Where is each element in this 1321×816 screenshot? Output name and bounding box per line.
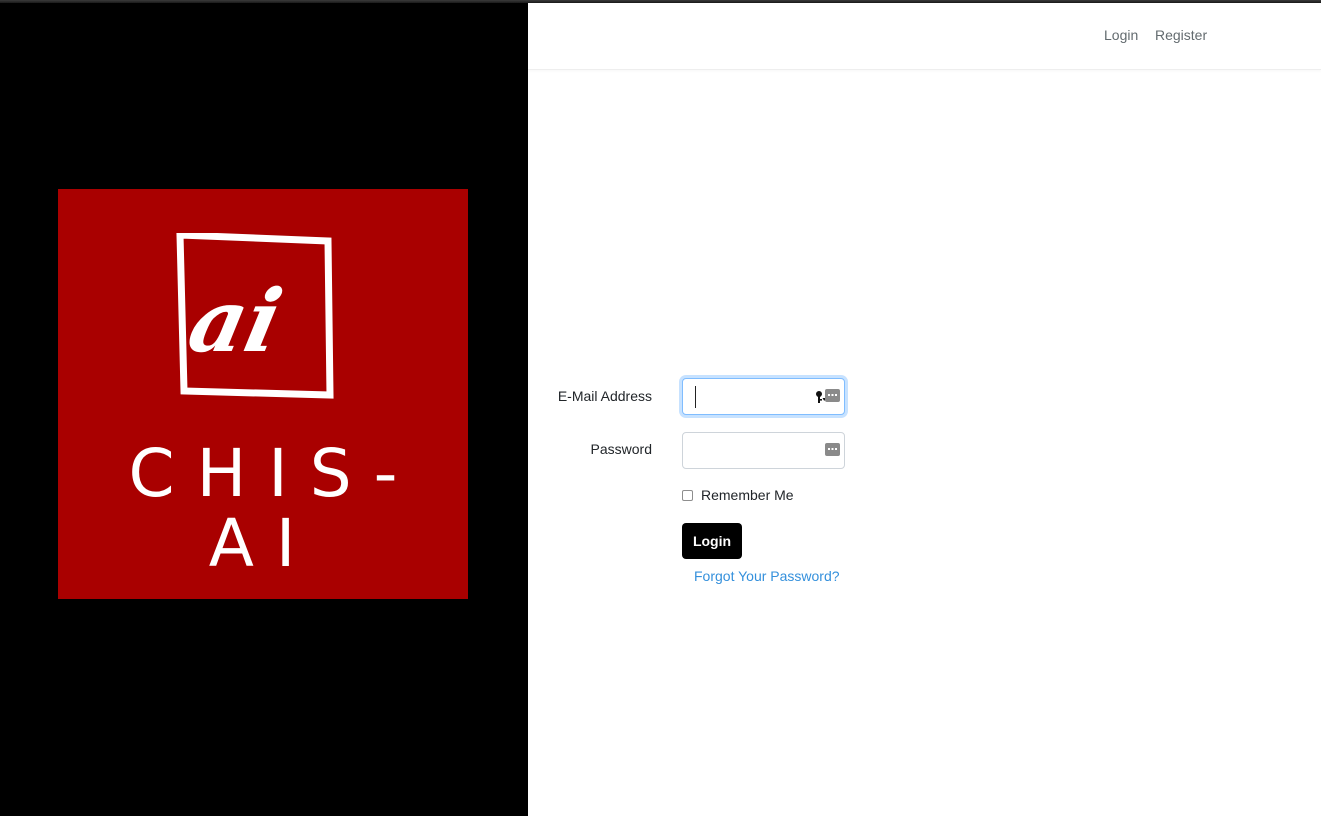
text-caret bbox=[695, 386, 696, 408]
ai-logo-mark: ai bbox=[176, 233, 334, 399]
email-label: E-Mail Address bbox=[557, 388, 652, 404]
password-manager-icon[interactable] bbox=[825, 443, 840, 456]
remember-me-checkbox[interactable] bbox=[682, 490, 693, 501]
brand-panel: ai CHIS-AI bbox=[0, 3, 528, 816]
remember-me-label[interactable]: Remember Me bbox=[701, 487, 794, 503]
password-manager-icon[interactable] bbox=[825, 389, 840, 402]
password-field[interactable] bbox=[682, 432, 845, 469]
nav-register-link[interactable]: Register bbox=[1155, 27, 1207, 43]
brand-logo: ai CHIS-AI bbox=[58, 189, 468, 599]
nav-login-link[interactable]: Login bbox=[1104, 27, 1138, 43]
email-field[interactable] bbox=[682, 378, 845, 415]
logo-wordmark: CHIS-AI bbox=[128, 435, 420, 582]
password-label: Password bbox=[590, 441, 652, 457]
logo-mark-text: ai bbox=[181, 270, 291, 372]
top-navbar: Login Register bbox=[528, 3, 1321, 70]
forgot-password-link[interactable]: Forgot Your Password? bbox=[694, 568, 840, 584]
login-button[interactable]: Login bbox=[682, 523, 742, 559]
